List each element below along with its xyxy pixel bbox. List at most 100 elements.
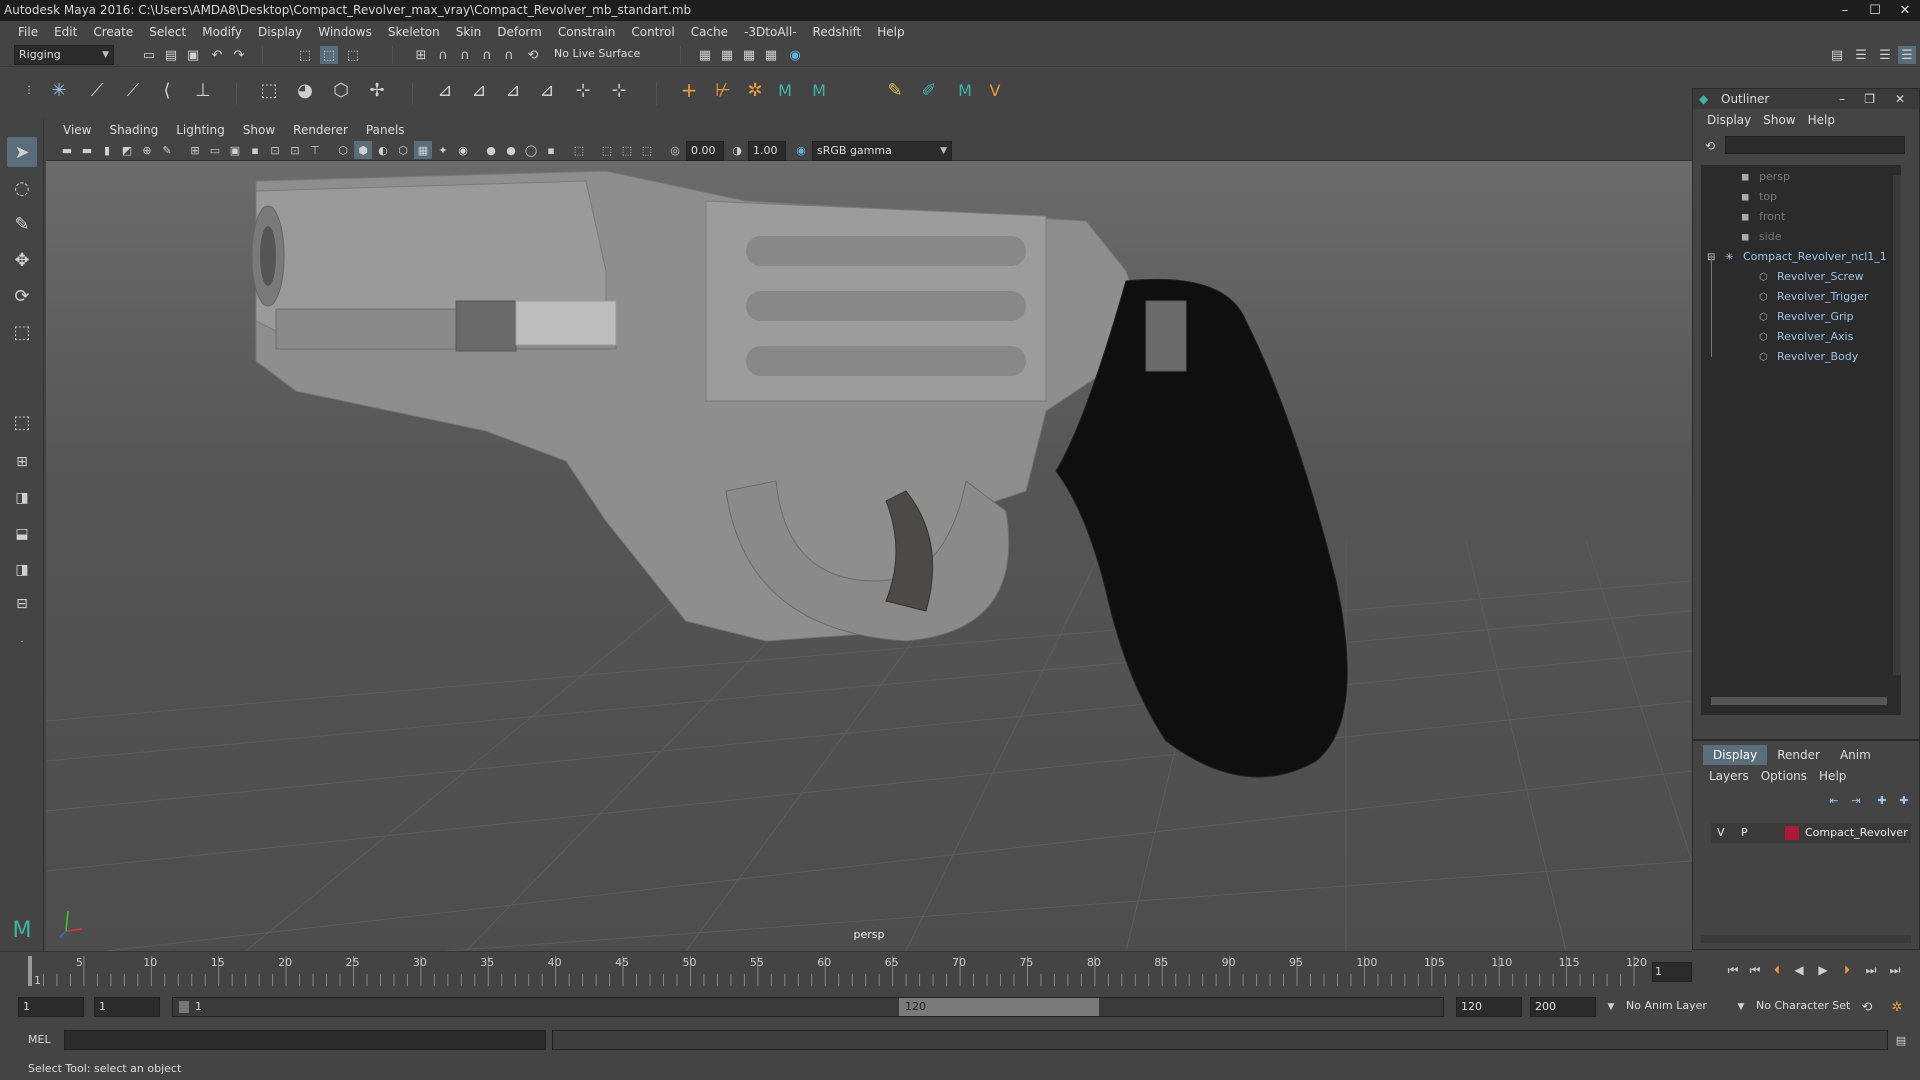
grease-pencil-icon[interactable]: ✎ <box>158 141 176 159</box>
save-scene-icon[interactable]: ▣ <box>184 46 202 64</box>
minimize-button[interactable]: – <box>1830 0 1860 20</box>
layer-row[interactable]: V P Compact_Revolver <box>1711 823 1911 843</box>
menu-3dtoall[interactable]: -3DtoAll- <box>736 25 804 39</box>
start-time-field[interactable]: 1 <box>18 997 84 1017</box>
layer-menu-layers[interactable]: Layers <box>1703 769 1755 783</box>
maya-m2-icon[interactable]: M <box>810 81 828 100</box>
layout-extra-icon[interactable]: · <box>7 627 37 657</box>
playback-end-field[interactable]: 120 <box>1456 997 1522 1017</box>
panel-menu-view[interactable]: View <box>54 123 100 137</box>
current-time-indicator[interactable] <box>28 956 32 986</box>
outliner-horizontal-scrollbar[interactable] <box>1711 697 1887 705</box>
menu-select[interactable]: Select <box>141 25 194 39</box>
point-constraint-icon[interactable]: ⊿ <box>436 80 454 101</box>
ipr-render-icon[interactable]: ▦ <box>718 46 736 64</box>
range-slider-track[interactable]: 1 120 <box>172 997 1444 1017</box>
persp-graph-icon[interactable]: ⬓ <box>7 519 37 549</box>
outliner-restore-icon[interactable]: ❐ <box>1864 89 1875 109</box>
hypershade-icon[interactable]: ▦ <box>762 46 780 64</box>
view-transform-dropdown[interactable]: sRGB gamma ▼ <box>812 141 952 161</box>
gamma-icon[interactable]: ◑ <box>728 141 746 159</box>
snap-surface-icon[interactable]: ∩ <box>500 46 518 64</box>
attribute-editor-icon[interactable]: ☰ <box>1852 46 1870 64</box>
outliner-filter-icon[interactable]: ⟲ <box>1701 137 1719 155</box>
move-tool-icon[interactable]: ✥ <box>7 245 37 275</box>
menu-skin[interactable]: Skin <box>448 25 490 39</box>
panel-menu-renderer[interactable]: Renderer <box>284 123 357 137</box>
outliner-item-front[interactable]: ◼ front <box>1741 207 1785 227</box>
hik-icon[interactable]: ✲ <box>746 80 764 101</box>
parent-constraint-icon[interactable]: ⊹ <box>574 80 592 101</box>
menu-constrain[interactable]: Constrain <box>550 25 624 39</box>
outliner-minimize-icon[interactable]: – <box>1839 89 1845 109</box>
step-forward-frame-icon[interactable]: ⏵ <box>1838 961 1856 979</box>
wireframe-on-shaded-icon[interactable]: ⬡ <box>394 141 412 159</box>
outliner-item-body[interactable]: ⬡ Revolver_Body <box>1759 347 1858 367</box>
use-default-material-icon[interactable]: ◐ <box>374 141 392 159</box>
anti-aliasing-icon[interactable]: ◯ <box>522 141 540 159</box>
orient-joint-icon[interactable]: ⊥ <box>194 80 212 101</box>
end-time-field[interactable]: 200 <box>1530 997 1596 1017</box>
bookmark-icon[interactable]: ▮ <box>98 141 116 159</box>
snap-view-icon[interactable]: ∩ <box>478 46 496 64</box>
2d-pan-icon[interactable]: ⊕ <box>138 141 156 159</box>
play-forwards-icon[interactable]: ▶ <box>1814 961 1832 979</box>
field-chart-icon[interactable]: ⊡ <box>266 141 284 159</box>
outliner-item-trigger[interactable]: ⬡ Revolver_Trigger <box>1759 287 1868 307</box>
shelf-tabs-icon[interactable]: ⋮ <box>20 81 38 99</box>
viewport-persp[interactable]: persp <box>46 161 1692 951</box>
cluster-icon[interactable]: ✢ <box>368 80 386 101</box>
aim-constraint-icon[interactable]: ⊿ <box>470 80 488 101</box>
exposure-icon[interactable]: ◎ <box>666 141 684 159</box>
select-object-icon[interactable]: ⬚ <box>320 46 338 64</box>
layer-horizontal-scrollbar[interactable] <box>1701 935 1911 943</box>
go-to-end-icon[interactable]: ⏭ <box>1886 961 1904 979</box>
textured-icon[interactable]: ▦ <box>414 141 432 159</box>
snap-live-icon[interactable]: ⟲ <box>524 46 542 64</box>
skin-tool-icon[interactable]: ✎ <box>886 80 904 101</box>
tab-render[interactable]: Render <box>1767 745 1830 765</box>
tab-anim[interactable]: Anim <box>1830 745 1881 765</box>
open-scene-icon[interactable]: ▤ <box>162 46 180 64</box>
motion-blur-icon[interactable]: ● <box>502 141 520 159</box>
panel-menu-panels[interactable]: Panels <box>357 123 414 137</box>
scale-constraint-icon[interactable]: ⊿ <box>538 80 556 101</box>
shadows-icon[interactable]: ◉ <box>454 141 472 159</box>
go-to-start-icon[interactable]: ⏮ <box>1724 961 1742 979</box>
lasso-tool-icon[interactable]: ◌ <box>7 173 37 203</box>
joint-tool-icon[interactable]: ✳ <box>50 80 68 101</box>
color-management-icon[interactable]: ◉ <box>792 141 810 159</box>
menu-skeleton[interactable]: Skeleton <box>380 25 448 39</box>
close-button[interactable]: ✕ <box>1890 0 1920 20</box>
menu-file[interactable]: File <box>10 25 46 39</box>
maximize-button[interactable]: ☐ <box>1860 0 1890 20</box>
depth-of-field-icon[interactable]: ▪ <box>542 141 560 159</box>
collapse-icon[interactable]: ⊟ <box>1707 248 1721 268</box>
auto-key-icon[interactable]: ⟲ <box>1858 998 1876 1016</box>
menu-redshift[interactable]: Redshift <box>805 25 870 39</box>
menu-create[interactable]: Create <box>85 25 141 39</box>
layer-color-swatch[interactable] <box>1785 826 1799 840</box>
menu-set-dropdown[interactable]: Rigging ▼ <box>14 45 114 65</box>
isolate-select-icon[interactable]: ⬚ <box>570 141 588 159</box>
outliner-item-persp[interactable]: ◼ persp <box>1741 167 1790 187</box>
camera-attr-icon[interactable]: ▬ <box>78 141 96 159</box>
layer-menu-help[interactable]: Help <box>1813 769 1852 783</box>
xray-icon[interactable]: ⬚ <box>598 141 616 159</box>
menu-control[interactable]: Control <box>623 25 682 39</box>
four-view-icon[interactable]: ⊞ <box>7 447 37 477</box>
menu-cache[interactable]: Cache <box>683 25 736 39</box>
menu-deform[interactable]: Deform <box>489 25 550 39</box>
new-scene-icon[interactable]: ▭ <box>140 46 158 64</box>
move-layer-down-icon[interactable]: ⇥ <box>1847 791 1865 809</box>
xray-components-icon[interactable]: ⬚ <box>638 141 656 159</box>
ik-spline-icon[interactable]: ⟋ <box>124 80 142 101</box>
maya-m3-icon[interactable]: M <box>956 81 974 100</box>
outliner-item-screw[interactable]: ⬡ Revolver_Screw <box>1759 267 1864 287</box>
render-current-icon[interactable]: ▦ <box>696 46 714 64</box>
render-view-icon[interactable]: ◉ <box>786 46 804 64</box>
time-slider[interactable]: 1 5 10 15 20 25 30 35 40 45 50 55 60 65 70 75 80 85 90 95 10… <box>0 951 1692 987</box>
persp-outliner-icon[interactable]: ◨ <box>7 483 37 513</box>
animation-prefs-icon[interactable]: ✲ <box>1888 998 1906 1016</box>
snap-point-icon[interactable]: ∩ <box>456 46 474 64</box>
